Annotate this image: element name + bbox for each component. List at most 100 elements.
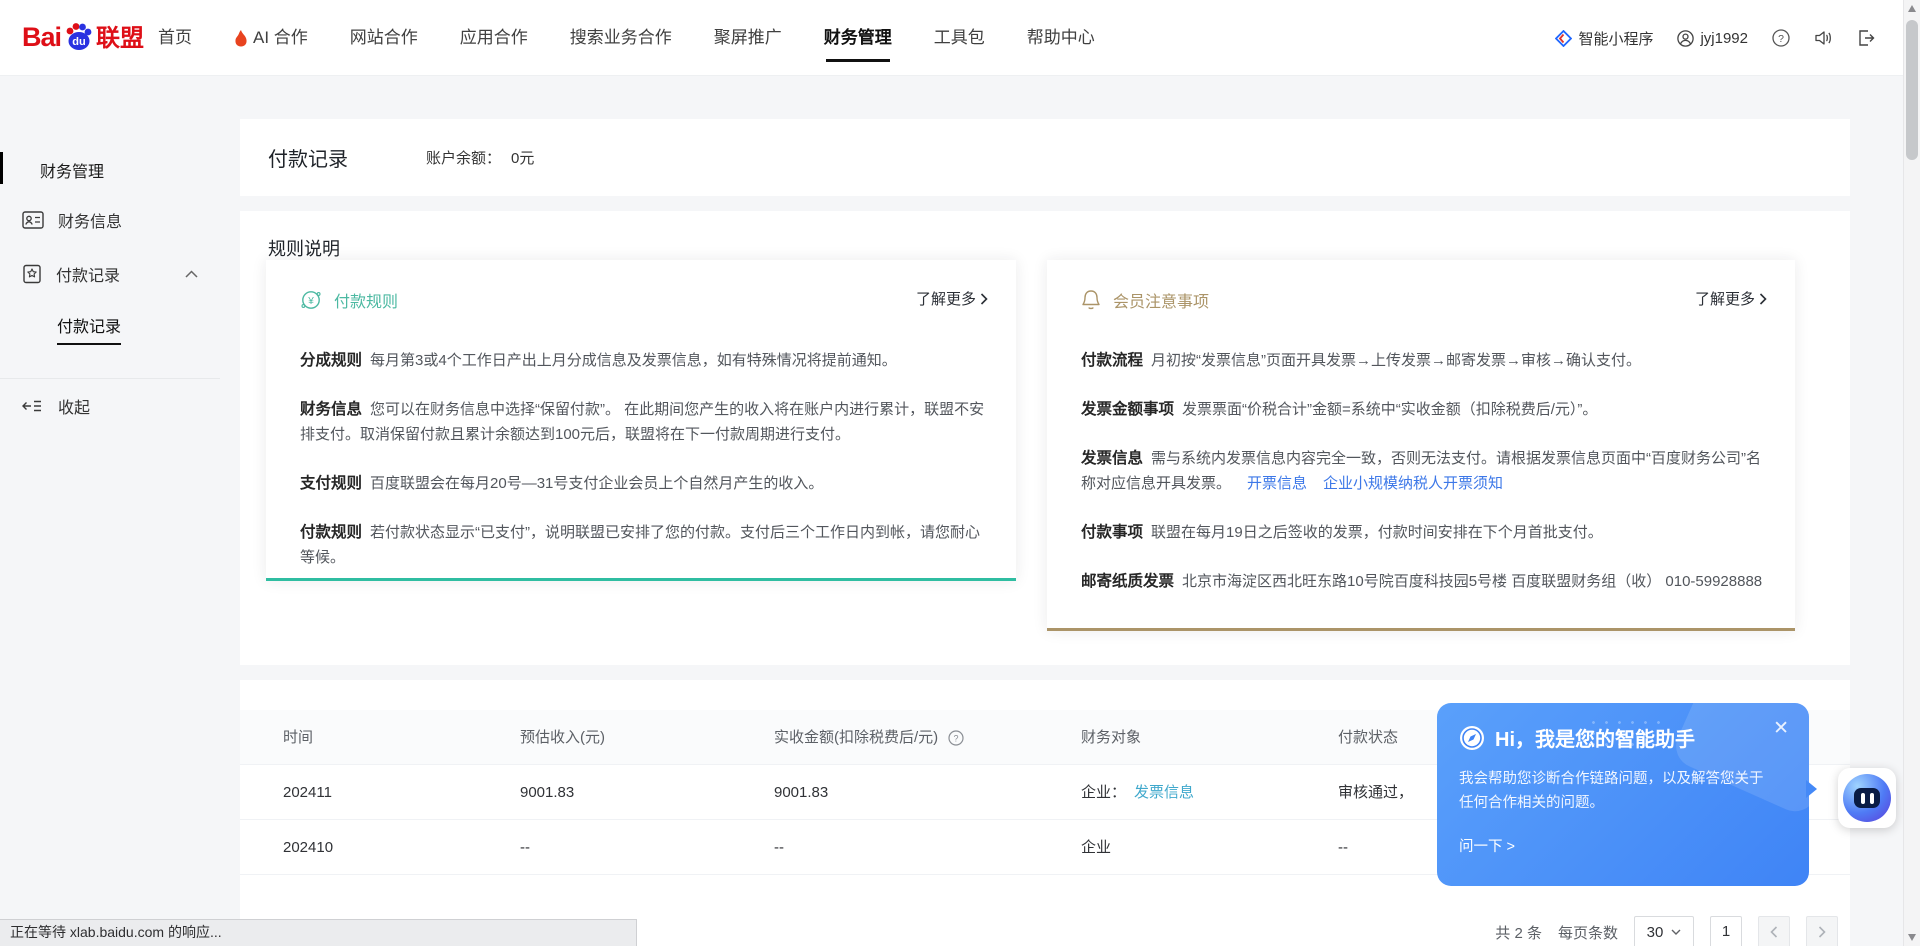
rule-item: 财务信息您可以在财务信息中选择“保留付款”。 在此期间您产生的收入将在账户内进行… xyxy=(300,397,986,447)
payment-rules-body: 分成规则每月第3或4个工作日产出上月分成信息及发票信息，如有特殊情况将提前通知。… xyxy=(300,348,986,594)
browser-status-bar: 正在等待 xlab.baidu.com 的响应... xyxy=(0,919,637,946)
page-header-card: 付款记录 账户余额：0元 xyxy=(240,119,1850,196)
sidebar-active-mark xyxy=(0,152,3,184)
cell-time: 202411 xyxy=(283,765,332,820)
flame-icon xyxy=(234,30,248,47)
payment-rules-panel: ¥ 付款规则 了解更多 分成规则每月第3或4个工作日产出上月分成信息及发票信息，… xyxy=(266,260,1016,581)
cell-status: -- xyxy=(1338,820,1348,875)
top-navbar: Bai du 联盟 首页 AI 合作 网站合作 应用合作 搜索业务合作 聚屏推广… xyxy=(0,0,1903,76)
bell-icon xyxy=(1081,289,1101,311)
chevron-right-icon xyxy=(1818,926,1826,938)
account-balance: 账户余额：0元 xyxy=(426,147,534,168)
col-actual-amount: 实收金额(扣除税费后/元) ? xyxy=(774,710,964,765)
col-finance-target: 财务对象 xyxy=(1081,710,1141,765)
rule-item: 发票金额事项发票票面“价税合计”金额=系统中“实收金额（扣除税费后/元）”。 xyxy=(1081,397,1765,422)
sidebar-section-title: 财务管理 xyxy=(40,158,104,182)
balance-value: 0元 xyxy=(511,150,534,167)
next-page-button[interactable] xyxy=(1806,916,1838,946)
logout-icon[interactable] xyxy=(1857,29,1875,47)
main-menu: 首页 AI 合作 网站合作 应用合作 搜索业务合作 聚屏推广 财务管理 工具包 … xyxy=(158,0,1095,76)
ask-now-link[interactable]: 问一下 > xyxy=(1459,835,1515,856)
invoice-info-link[interactable]: 开票信息 xyxy=(1247,475,1307,492)
cell-target: 企业 xyxy=(1081,820,1119,875)
rule-item: 付款事项联盟在每月19日之后签收的发票，付款时间安排在下个月首批支付。 xyxy=(1081,520,1765,545)
chevron-right-icon xyxy=(1759,293,1767,305)
collapse-arrow-icon xyxy=(22,399,42,413)
cell-time: 202410 xyxy=(283,820,333,875)
member-notes-body: 付款流程月初按“发票信息”页面开具发票→上传发票→邮寄发票→审核→确认支付。 发… xyxy=(1081,348,1765,618)
user-icon xyxy=(1677,30,1694,47)
assistant-title: Hi，我是您的智能助手 xyxy=(1495,723,1695,752)
scrollbar-up-arrow-icon[interactable] xyxy=(1908,5,1916,12)
pagination-total: 共 2 条 xyxy=(1495,922,1542,943)
member-notes-panel: 会员注意事项 了解更多 付款流程月初按“发票信息”页面开具发票→上传发票→邮寄发… xyxy=(1047,260,1795,631)
nav-item-website[interactable]: 网站合作 xyxy=(350,0,418,76)
col-time: 时间 xyxy=(283,710,313,765)
user-menu[interactable]: jyj1992 xyxy=(1677,30,1748,47)
chevron-down-icon xyxy=(1671,929,1681,935)
help-question-icon[interactable]: ? xyxy=(1772,29,1790,47)
nav-item-help[interactable]: 帮助中心 xyxy=(1027,0,1095,76)
sidebar: 财务管理 财务信息 付款记录 付款记录 收起 xyxy=(0,76,220,946)
rule-item: 付款流程月初按“发票信息”页面开具发票→上传发票→邮寄发票→审核→确认支付。 xyxy=(1081,348,1765,373)
member-notes-header: 会员注意事项 xyxy=(1081,288,1209,312)
rule-item: 支付规则百度联盟会在每月20号—31号支付企业会员上个自然月产生的收入。 xyxy=(300,471,986,496)
nav-item-ai[interactable]: AI 合作 xyxy=(234,0,308,76)
sidebar-collapse-button[interactable]: 收起 xyxy=(22,394,90,418)
rules-card: 规则说明 ¥ 付款规则 了解更多 分成规则每月第3或4个工作日产出上月分成信息及… xyxy=(240,211,1850,665)
chevron-right-icon xyxy=(980,293,988,305)
nav-item-screen-promo[interactable]: 聚屏推广 xyxy=(714,0,782,76)
invoice-info-table-link[interactable]: 发票信息 xyxy=(1134,784,1194,801)
rule-item: 发票信息需与系统内发票信息内容完全一致，否则无法支付。请根据发票信息页面中“百度… xyxy=(1081,446,1765,496)
cell-actual: -- xyxy=(774,820,784,875)
prev-page-button[interactable] xyxy=(1758,916,1790,946)
badge-star-icon xyxy=(22,264,42,284)
svg-text:¥: ¥ xyxy=(307,296,314,307)
speaker-icon[interactable] xyxy=(1814,29,1833,47)
small-taxpayer-guide-link[interactable]: 企业小规模纳税人开票须知 xyxy=(1323,475,1503,492)
nav-item-toolkit[interactable]: 工具包 xyxy=(934,0,985,76)
rule-item: 付款规则若付款状态显示“已支付”，说明联盟已安排了您的付款。支付后三个工作日内到… xyxy=(300,520,986,570)
svg-text:du: du xyxy=(72,36,85,48)
cell-status: 审核通过， xyxy=(1338,765,1413,820)
baidu-union-logo[interactable]: Bai du 联盟 xyxy=(22,18,144,53)
per-page-select[interactable]: 30 xyxy=(1634,916,1694,946)
page-number-button[interactable]: 1 xyxy=(1710,916,1742,946)
pagination: 共 2 条 每页条数 30 1 xyxy=(1495,916,1838,946)
page-title: 付款记录 xyxy=(268,143,348,172)
logo-text-bai: Bai xyxy=(22,22,61,53)
chevron-up-icon xyxy=(185,270,198,278)
sidebar-subitem-payment-records[interactable]: 付款记录 xyxy=(57,313,121,337)
nav-item-finance[interactable]: 财务管理 xyxy=(824,0,892,76)
compass-icon xyxy=(1459,725,1485,751)
rule-item: 邮寄纸质发票北京市海淀区西北旺东路10号院百度科技园5号楼 百度联盟财务组（收）… xyxy=(1081,569,1765,594)
rule-item: 分成规则每月第3或4个工作日产出上月分成信息及发票信息，如有特殊情况将提前通知。 xyxy=(300,348,986,373)
id-card-icon xyxy=(22,210,44,230)
coin-yen-icon: ¥ xyxy=(300,289,322,311)
payment-rules-more-link[interactable]: 了解更多 xyxy=(916,288,988,309)
member-notes-more-link[interactable]: 了解更多 xyxy=(1695,288,1767,309)
nav-item-search-biz[interactable]: 搜索业务合作 xyxy=(570,0,672,76)
payment-rules-header: ¥ 付款规则 xyxy=(300,288,398,312)
col-estimated-income: 预估收入(元) xyxy=(520,710,605,765)
per-page-label: 每页条数 xyxy=(1558,922,1618,943)
cell-actual: 9001.83 xyxy=(774,765,828,820)
scrollbar-down-arrow-icon[interactable] xyxy=(1908,934,1916,941)
sidebar-item-payment-records[interactable]: 付款记录 xyxy=(22,262,198,286)
scrollbar-thumb[interactable] xyxy=(1906,20,1918,160)
baidu-paw-icon: du xyxy=(61,19,95,53)
sidebar-item-finance-info[interactable]: 财务信息 xyxy=(22,208,198,232)
rules-title: 规则说明 xyxy=(268,235,340,261)
nav-item-app[interactable]: 应用合作 xyxy=(460,0,528,76)
assistant-popup-pointer xyxy=(1806,780,1817,798)
nav-item-home[interactable]: 首页 xyxy=(158,0,192,76)
assistant-fab-button[interactable] xyxy=(1838,768,1896,828)
miniapp-entry[interactable]: 智能小程序 xyxy=(1555,28,1653,49)
info-question-icon[interactable]: ? xyxy=(948,730,964,746)
assistant-message: 我会帮助您诊断合作链路问题，以及解答您关于任何合作相关的问题。 xyxy=(1459,767,1777,815)
sidebar-divider xyxy=(0,378,220,379)
miniapp-diamond-icon xyxy=(1555,30,1572,47)
cell-estimated: -- xyxy=(520,820,530,875)
close-icon[interactable]: ✕ xyxy=(1773,719,1789,738)
vertical-scrollbar[interactable] xyxy=(1903,0,1920,946)
